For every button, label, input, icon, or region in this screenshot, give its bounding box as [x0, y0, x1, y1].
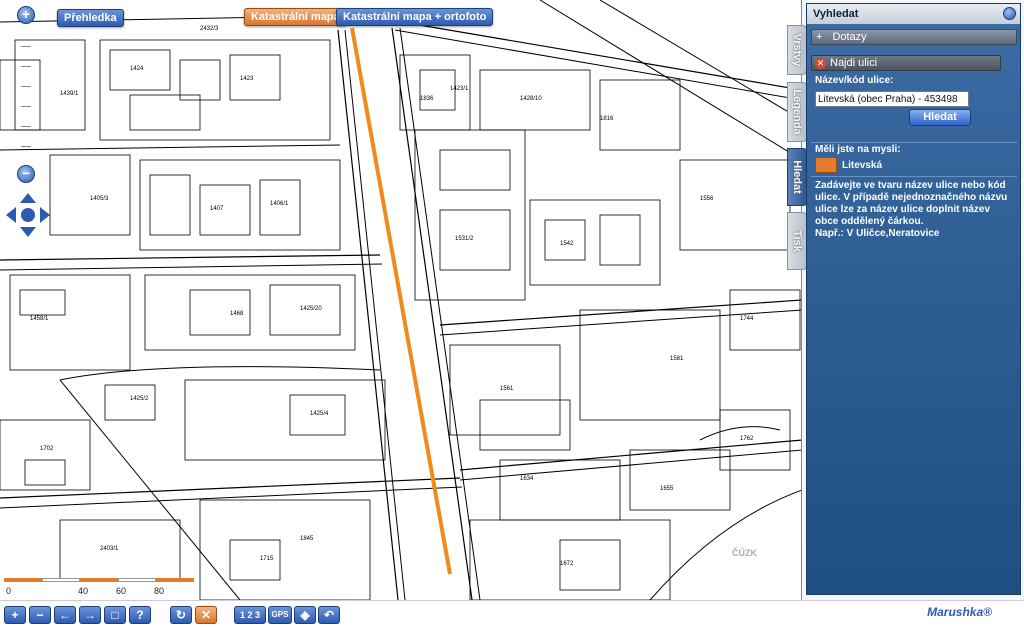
pan-center-icon[interactable]: [21, 208, 35, 222]
close-icon[interactable]: ✕: [815, 58, 826, 69]
svg-text:1468: 1468: [230, 311, 244, 317]
svg-text:1425/20: 1425/20: [300, 306, 322, 312]
svg-text:1655: 1655: [660, 486, 674, 492]
tab-legend-label: Legenda: [791, 89, 803, 135]
svg-text:1425/2: 1425/2: [130, 396, 149, 402]
scale-label: 0: [6, 586, 12, 596]
map-application: 2432/3 1424 1423 1439/1 1405/3 1407 1406/1 14…: [0, 0, 1024, 628]
help-text: Zadávejte ve tvaru název ulice nebo kód …: [815, 180, 1015, 240]
scale-label: 60: [116, 586, 127, 596]
clear-tool[interactable]: ✕: [195, 606, 217, 624]
map-watermark: ČÚZK: [732, 548, 757, 558]
find-street-label: Najdi ulici: [830, 57, 878, 69]
zoom-in-button[interactable]: +: [17, 6, 35, 24]
overview-button[interactable]: Přehledka: [57, 9, 124, 27]
street-field-label: Název/kód ulice:: [815, 75, 894, 86]
tab-legend[interactable]: Legenda: [787, 82, 807, 142]
divider: [811, 176, 1017, 177]
gps-tool[interactable]: GPS: [268, 606, 292, 624]
street-input[interactable]: [815, 91, 969, 107]
pan-up-icon[interactable]: [20, 193, 36, 203]
did-you-mean-label: Měli jste na mysli:: [815, 144, 901, 155]
svg-text:1816: 1816: [600, 116, 614, 122]
svg-text:1672: 1672: [560, 561, 574, 567]
svg-text:1405/3: 1405/3: [90, 196, 109, 202]
pan-right-icon[interactable]: [40, 207, 50, 223]
svg-text:1744: 1744: [740, 316, 754, 322]
layer-button-cadastral[interactable]: Katastrální mapa: [244, 8, 347, 26]
tab-search[interactable]: Hledat: [787, 148, 807, 206]
street-icon[interactable]: [815, 157, 837, 173]
svg-text:1439/1: 1439/1: [60, 91, 79, 97]
scale-bar: 0 40 60 80: [4, 574, 204, 598]
svg-text:1762: 1762: [740, 436, 754, 442]
svg-text:1836: 1836: [420, 96, 434, 102]
map-canvas[interactable]: 2432/3 1424 1423 1439/1 1405/3 1407 1406/1 14…: [0, 0, 802, 600]
svg-text:1561: 1561: [500, 386, 514, 392]
zoom-out-button[interactable]: −: [17, 165, 35, 183]
svg-text:1702: 1702: [40, 446, 54, 452]
panel-header: Vyhledat: [807, 4, 1020, 24]
svg-text:1715: 1715: [260, 556, 274, 562]
zoom-out-tool[interactable]: −: [29, 606, 51, 624]
find-street-section[interactable]: ✕ Najdi ulici: [811, 55, 1001, 71]
svg-text:1425/4: 1425/4: [310, 411, 329, 417]
expand-icon: +: [816, 31, 823, 43]
measure-tool[interactable]: 1 2 3: [234, 606, 266, 624]
tab-print[interactable]: Tisk: [787, 212, 807, 270]
svg-text:1581: 1581: [670, 356, 684, 362]
info-tool[interactable]: ?: [129, 606, 151, 624]
cadastral-map[interactable]: 2432/3 1424 1423 1439/1 1405/3 1407 1406/1 14…: [0, 0, 802, 600]
svg-text:2403/1: 2403/1: [100, 546, 119, 552]
svg-text:1458/1: 1458/1: [30, 316, 49, 322]
search-button[interactable]: Hledat: [909, 109, 971, 126]
back-tool[interactable]: ←: [54, 606, 76, 624]
refresh-tool[interactable]: ↻: [170, 606, 192, 624]
help-example: Např.: V Uličce,Neratovice: [815, 228, 940, 239]
panel-collapse-icon[interactable]: [1003, 7, 1016, 20]
svg-text:1845: 1845: [300, 536, 314, 542]
svg-text:1556: 1556: [700, 196, 714, 202]
scale-label: 40: [78, 586, 89, 596]
panel-title: Vyhledat: [813, 8, 859, 20]
pan-control[interactable]: [6, 193, 50, 237]
tab-layers[interactable]: Vrstvy: [787, 25, 807, 75]
svg-text:1423: 1423: [240, 76, 254, 82]
svg-text:1424: 1424: [130, 66, 144, 72]
svg-text:1423/1: 1423/1: [450, 86, 469, 92]
bottom-toolbar: + − ← → □ ? ↻ ✕ 1 2 3 GPS ◈ ↶ Marushka®: [0, 600, 1024, 628]
scale-label: 80: [154, 586, 165, 596]
tab-layers-label: Vrstvy: [791, 33, 803, 67]
forward-tool[interactable]: →: [79, 606, 101, 624]
layer-button-cadastral-ortho[interactable]: Katastrální mapa + ortofoto: [336, 8, 494, 26]
divider: [811, 142, 1017, 143]
pan-down-icon[interactable]: [20, 227, 36, 237]
zoom-in-tool[interactable]: +: [4, 606, 26, 624]
svg-text:1407: 1407: [210, 206, 224, 212]
queries-label: Dotazy: [832, 31, 867, 43]
brand-logo: Marushka®: [927, 605, 992, 619]
svg-text:1542: 1542: [560, 241, 574, 247]
queries-section[interactable]: + Dotazy: [811, 29, 1017, 45]
svg-text:1531/2: 1531/2: [455, 236, 474, 242]
pan-left-icon[interactable]: [6, 207, 16, 223]
svg-text:1634: 1634: [520, 476, 534, 482]
zoom-box-tool[interactable]: □: [104, 606, 126, 624]
svg-text:1406/1: 1406/1: [270, 201, 289, 207]
locate-tool[interactable]: ◈: [294, 606, 316, 624]
help-paragraph: Zadávejte ve tvaru název ulice nebo kód …: [815, 180, 1008, 227]
tab-print-label: Tisk: [791, 230, 803, 252]
tab-search-label: Hledat: [791, 160, 803, 194]
zoom-slider[interactable]: [21, 36, 31, 166]
suggestion-link[interactable]: Litevská: [842, 160, 882, 171]
undo-tool[interactable]: ↶: [318, 606, 340, 624]
search-panel: Vyhledat + Dotazy ✕ Najdi ulici Název/kód…: [806, 3, 1021, 595]
svg-text:2432/3: 2432/3: [200, 26, 219, 32]
svg-text:1428/10: 1428/10: [520, 96, 542, 102]
